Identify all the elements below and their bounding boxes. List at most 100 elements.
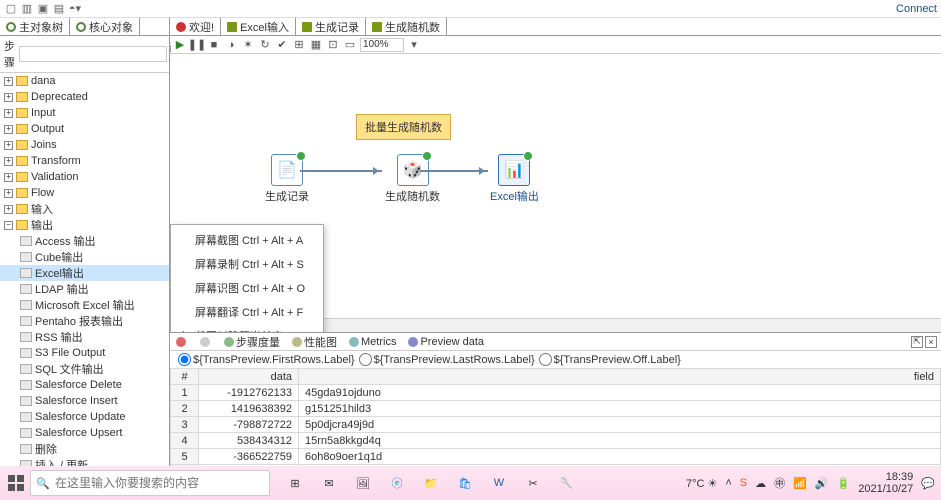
replay-icon[interactable]: ↻ [258, 38, 272, 52]
app-edge[interactable]: ⓔ [382, 470, 412, 496]
table-row[interactable]: 21419638392g151251hild3 [171, 401, 941, 417]
context-menu-item[interactable]: 屏幕翻译 Ctrl + Alt + F [171, 300, 323, 324]
sql-icon[interactable]: ▦ [309, 38, 323, 52]
tree-folder[interactable]: +Input [0, 105, 169, 121]
steps-tree[interactable]: +dana+Deprecated+Input+Output+Joins+Tran… [0, 73, 169, 481]
btab-metrics[interactable]: Metrics [343, 336, 402, 348]
tree-folder[interactable]: +dana [0, 73, 169, 89]
table-row[interactable]: 1-191276213345gda91ojduno [171, 385, 941, 401]
btab-preview[interactable]: Preview data [402, 336, 490, 348]
tree-leaf[interactable]: 删除 [0, 441, 169, 457]
node-generate-rows[interactable]: 📄 生成记录 [265, 154, 309, 204]
save-icon[interactable]: ▣ [36, 2, 50, 16]
run-icon[interactable]: ▶ [173, 38, 187, 52]
tree-leaf[interactable]: LDAP 输出 [0, 281, 169, 297]
app-snip[interactable]: ✂ [518, 470, 548, 496]
tree-folder[interactable]: +Joins [0, 137, 169, 153]
table-row[interactable]: 3-7988727225p0djcra49j9d [171, 417, 941, 433]
tree-folder[interactable]: +Transform [0, 153, 169, 169]
canvas-note[interactable]: 批量生成随机数 [356, 114, 451, 140]
tray-cloud-icon[interactable]: ☁ [755, 477, 766, 490]
taskbar-search[interactable]: 🔍 [30, 470, 270, 496]
main-tab[interactable]: 生成记录 [296, 18, 366, 35]
pause-icon[interactable]: ❚❚ [190, 38, 204, 52]
explore-icon[interactable]: ⊡ [326, 38, 340, 52]
tree-leaf[interactable]: Cube输出 [0, 249, 169, 265]
node-generate-random[interactable]: 🎲 生成随机数 [385, 154, 440, 204]
app-explorer[interactable]: 📁 [416, 470, 446, 496]
hop-arrow[interactable] [300, 170, 382, 172]
show-results-icon[interactable]: ▭ [343, 38, 357, 52]
context-menu-item[interactable]: 屏幕截图 Ctrl + Alt + A [171, 228, 323, 252]
start-button[interactable] [6, 473, 26, 493]
tray-chevron-icon[interactable]: ˄ [725, 477, 731, 489]
tree-leaf[interactable]: SQL 文件输出 [0, 361, 169, 377]
taskbar-clock[interactable]: 18:39 2021/10/27 [858, 471, 913, 495]
tab-core-objects[interactable]: 核心对象 [70, 18, 140, 35]
main-tab[interactable]: Excel输入 [221, 18, 296, 35]
tree-leaf[interactable]: Excel输出 [0, 265, 169, 281]
app-mail[interactable]: ✉ [314, 470, 344, 496]
tree-leaf[interactable]: Microsoft Excel 输出 [0, 297, 169, 313]
table-row[interactable]: 5-3665227596oh8o9oer1q1d [171, 449, 941, 465]
open-icon[interactable]: ▥ [20, 2, 34, 16]
btab-log[interactable]: 日志 [194, 337, 218, 347]
tree-leaf[interactable]: RSS 输出 [0, 329, 169, 345]
expand-icon[interactable]: + [4, 173, 13, 182]
zoom-input[interactable] [360, 38, 404, 52]
canvas[interactable]: 批量生成随机数 📄 生成记录 🎲 生成随机数 📊 Excel输出 屏幕截图 Ct… [170, 54, 941, 332]
col-header[interactable]: data [199, 369, 299, 385]
expand-icon[interactable]: + [4, 141, 13, 150]
impact-icon[interactable]: ⊞ [292, 38, 306, 52]
tree-leaf[interactable]: Salesforce Upsert [0, 425, 169, 441]
tray-wifi-icon[interactable]: 📶 [793, 477, 807, 490]
tree-folder[interactable]: +Validation [0, 169, 169, 185]
expand-icon[interactable]: + [4, 157, 13, 166]
expand-icon[interactable]: + [4, 125, 13, 134]
steps-search-input[interactable] [19, 46, 167, 62]
tree-leaf[interactable]: S3 File Output [0, 345, 169, 361]
tree-leaf[interactable]: Salesforce Insert [0, 393, 169, 409]
expand-icon[interactable]: + [4, 93, 13, 102]
main-tab[interactable]: 生成随机数 [366, 18, 447, 35]
col-header[interactable]: field [299, 369, 941, 385]
taskbar-search-input[interactable] [55, 476, 269, 490]
app-word[interactable]: W [484, 470, 514, 496]
stop-icon[interactable]: ■ [207, 38, 221, 52]
prefs-icon[interactable]: ▤ [52, 2, 66, 16]
tray-app-icon[interactable]: S [740, 477, 747, 489]
hop-arrow[interactable] [420, 170, 488, 172]
main-tab[interactable]: 欢迎! [170, 18, 221, 35]
check-icon[interactable]: ✔ [275, 38, 289, 52]
expand-icon[interactable]: + [4, 109, 13, 118]
tree-leaf[interactable]: Salesforce Delete [0, 377, 169, 393]
weather-widget[interactable]: 7°C ☀ [686, 477, 717, 490]
col-header[interactable]: # [171, 369, 199, 385]
btab-perf-graph[interactable]: 性能图 [286, 334, 343, 350]
tray-battery-icon[interactable]: 🔋 [837, 477, 851, 490]
btab-exec-results[interactable]: 执行结果 [170, 337, 194, 347]
table-row[interactable]: 453843431215rn5a8kkgd4q [171, 433, 941, 449]
expand-icon[interactable]: + [4, 205, 13, 214]
context-menu-item[interactable]: 屏幕识图 Ctrl + Alt + O [171, 276, 323, 300]
debug-icon[interactable]: ✶ [241, 38, 255, 52]
tree-folder-open[interactable]: −输出 [0, 217, 169, 233]
node-excel-output[interactable]: 📊 Excel输出 [490, 154, 539, 204]
tree-folder[interactable]: +Deprecated [0, 89, 169, 105]
tab-main-tree[interactable]: 主对象树 [0, 18, 70, 35]
new-icon[interactable]: ▢ [4, 2, 18, 16]
expand-icon[interactable]: + [4, 77, 13, 86]
close-icon[interactable]: × [925, 336, 937, 348]
tree-folder[interactable]: +Flow [0, 185, 169, 201]
tree-leaf[interactable]: Access 输出 [0, 233, 169, 249]
radio-off[interactable]: ${TransPreview.Off.Label} [539, 353, 681, 366]
dropdown-icon[interactable]: ◓▾ [68, 2, 82, 16]
app-pentaho[interactable]: 🥄 [552, 470, 582, 496]
tree-leaf[interactable]: Pentaho 报表输出 [0, 313, 169, 329]
app-taskview[interactable]: ⊞ [280, 470, 310, 496]
tray-volume-icon[interactable]: 🔊 [815, 477, 829, 490]
connect-link[interactable]: Connect [896, 3, 937, 15]
app-store[interactable]: 🛍 [450, 470, 480, 496]
radio-last[interactable]: ${TransPreview.LastRows.Label} [359, 353, 535, 366]
tree-leaf[interactable]: Salesforce Update [0, 409, 169, 425]
